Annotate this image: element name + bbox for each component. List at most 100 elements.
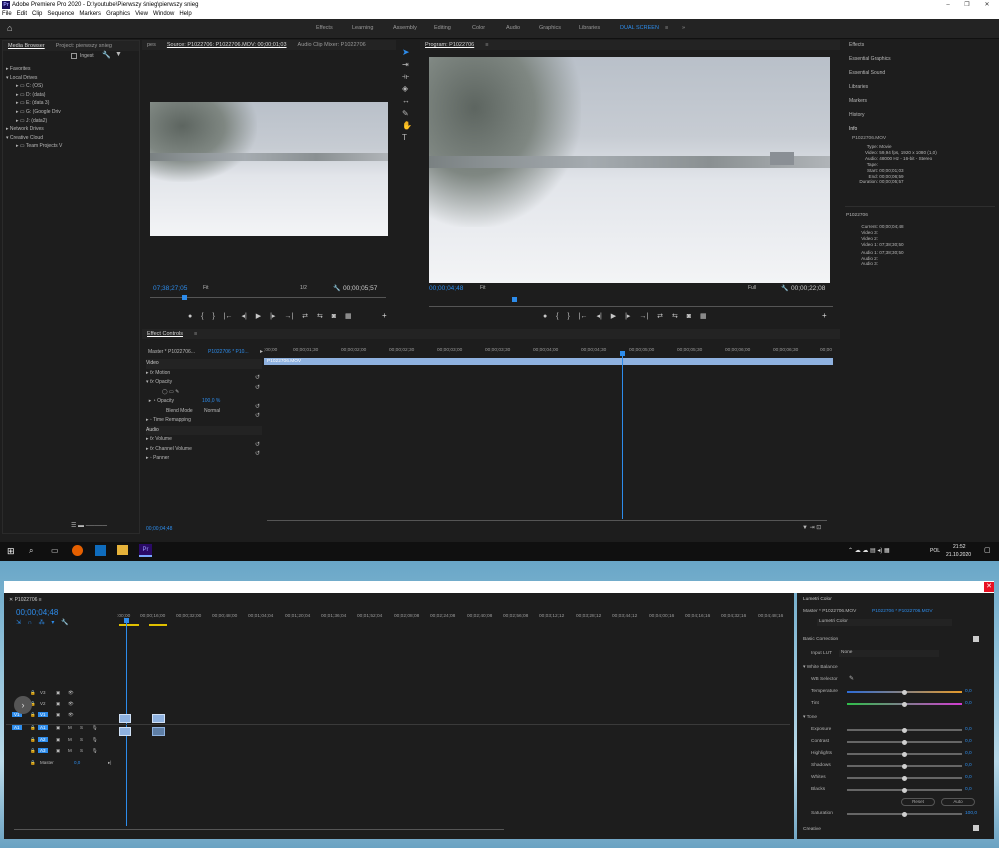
workspace-audio[interactable]: Audio [506, 25, 520, 31]
sync-icon[interactable]: ▣ [56, 701, 60, 707]
panel-libraries[interactable]: Libraries [849, 84, 868, 90]
track-master[interactable]: 🔒 Master 0,0 ▸| [6, 760, 117, 770]
panel-essential-graphics[interactable]: Essential Graphics [849, 56, 891, 62]
type-tool-icon[interactable]: T [402, 133, 407, 142]
source-timecode[interactable]: 07;38;27;05 [153, 285, 187, 292]
ec-panner-row[interactable]: ▸ ◦ Panner [146, 454, 262, 464]
ec-playhead-head[interactable] [620, 351, 625, 356]
audio-clip-2[interactable] [152, 727, 165, 736]
program-menu-icon[interactable]: ≡ [485, 42, 488, 48]
saturation-value[interactable]: 100,0 [965, 811, 977, 816]
search-icon[interactable]: ⌕ [29, 546, 33, 556]
highlights-knob[interactable] [902, 751, 907, 757]
workspace-learning[interactable]: Learning [352, 25, 373, 31]
razor-icon[interactable]: ◈ [402, 84, 408, 93]
eyedropper-icon[interactable]: ✎ [849, 675, 854, 682]
lock-icon[interactable]: 🔒 [30, 760, 36, 766]
ec-sequence-clip[interactable]: P1022706 * P10... [208, 349, 249, 355]
workspace-effects[interactable]: Effects [316, 25, 333, 31]
source-transport[interactable]: ● { } |← ◂| ▶ |▸ →| ⇄ ⇆ ◙ ▦ [188, 312, 352, 320]
menu-clip[interactable]: Clip [32, 11, 42, 17]
workspace-libraries[interactable]: Libraries [579, 25, 600, 31]
sync-icon[interactable]: ▣ [56, 737, 60, 743]
hand-icon[interactable]: ✋ [402, 121, 412, 130]
exposure-value[interactable]: 0,0 [965, 727, 972, 732]
overlay-play-button[interactable]: › [14, 696, 32, 714]
work-area-bar-2[interactable] [149, 624, 167, 626]
master-end-icon[interactable]: ▸| [108, 760, 111, 766]
program-quality-dropdown[interactable]: Full [748, 285, 756, 291]
eye-icon[interactable]: 👁 [68, 690, 74, 696]
maximize-icon[interactable]: ❐ [957, 0, 977, 10]
source-fit-dropdown[interactable]: Fit [203, 285, 209, 291]
list-view-icon[interactable]: ☰ ▬ ───── [71, 522, 107, 529]
tint-value[interactable]: 0,0 [965, 701, 972, 706]
source-playhead[interactable] [182, 295, 187, 300]
program-settings-icon[interactable]: 🔧 [781, 285, 788, 292]
workspace-color[interactable]: Color [472, 25, 485, 31]
track-select-icon[interactable]: ⇥ [402, 60, 409, 69]
ec-opacity-value-row[interactable]: ▸ ◔ Opacity 100,0 % [146, 397, 262, 407]
contrast-value[interactable]: 0,0 [965, 739, 972, 744]
outlook-icon[interactable] [95, 545, 106, 556]
tab-program[interactable]: Program: P1022706 [425, 42, 474, 48]
contrast-slider[interactable] [847, 739, 962, 745]
creative-checkbox[interactable] [973, 825, 979, 831]
floating-close-icon[interactable]: ✕ [984, 582, 994, 592]
ec-reset-icons[interactable]: ↺ ↺ ↺ ↺ ↺ ↺ [255, 374, 260, 460]
eye-icon[interactable]: 👁 [68, 712, 74, 718]
effect-controls-menu-icon[interactable]: ≡ [194, 331, 197, 337]
panel-history[interactable]: History [849, 112, 865, 118]
work-area-bar[interactable] [119, 624, 139, 626]
shadows-slider[interactable] [847, 763, 962, 769]
ec-blend-dropdown[interactable]: Normal [204, 407, 220, 417]
menu-sequence[interactable]: Sequence [47, 11, 74, 17]
timeline-tab[interactable]: ✕ P1022706 ≡ [9, 597, 42, 603]
track-a3[interactable]: 🔒 A3 ▣ M S 🎙 [6, 748, 117, 758]
whites-knob[interactable] [902, 775, 907, 781]
a1-source-patch[interactable]: A1 [12, 725, 22, 730]
tree-favorites[interactable]: ▸ Favorites [6, 65, 139, 74]
shadows-value[interactable]: 0,0 [965, 763, 972, 768]
tree-network-drives[interactable]: ▸ Network Drives [6, 125, 139, 134]
temperature-slider[interactable] [847, 689, 962, 695]
exposure-knob[interactable] [902, 727, 907, 733]
program-playhead[interactable] [512, 297, 517, 302]
slip-icon[interactable]: ↔ [402, 96, 410, 105]
menu-window[interactable]: Window [153, 11, 174, 17]
ec-motion-row[interactable]: ▸ fx Motion [146, 369, 262, 379]
windows-start-icon[interactable]: ⊞ [7, 546, 15, 557]
lumetri-effect-dropdown[interactable]: Lumetri Color [817, 619, 952, 626]
menu-markers[interactable]: Markers [79, 11, 101, 17]
filter-icon[interactable]: ▼ [115, 51, 122, 58]
ec-time-remapping-row[interactable]: ▸ ◦ Time Remapping [146, 416, 262, 426]
tree-creative-cloud[interactable]: ▾ Creative Cloud [6, 134, 139, 143]
reset-button[interactable]: Reset [901, 798, 935, 806]
lock-icon[interactable]: 🔒 [30, 725, 36, 731]
tree-drive-c[interactable]: ▸ ▭ C: (OS) [6, 82, 139, 91]
lock-icon[interactable]: 🔒 [30, 712, 36, 718]
shadows-knob[interactable] [902, 763, 907, 769]
ec-arrow-icon[interactable]: ▸ [260, 348, 263, 355]
file-explorer-icon[interactable] [117, 545, 128, 555]
contrast-knob[interactable] [902, 739, 907, 745]
auto-button[interactable]: Auto [941, 798, 975, 806]
program-timecode[interactable]: 00;00;04;48 [429, 285, 463, 292]
whites-slider[interactable] [847, 775, 962, 781]
notifications-icon[interactable]: ▢ [984, 546, 991, 554]
tray-language[interactable]: POL [930, 548, 940, 554]
menu-file[interactable]: File [2, 11, 12, 17]
menu-view[interactable]: View [135, 11, 148, 17]
lumetri-seq[interactable]: P1022706 * P1022706.MOV [872, 609, 933, 614]
timeline-tools[interactable]: ⇲ ∩ ⁂ ▾ 🔧 [16, 619, 69, 626]
tab-partial[interactable]: pes [147, 42, 156, 48]
exposure-slider[interactable] [847, 727, 962, 733]
blacks-slider[interactable] [847, 787, 962, 793]
menu-help[interactable]: Help [179, 11, 191, 17]
timeline-playhead[interactable] [126, 620, 127, 826]
workspace-more-icon[interactable]: » [682, 25, 685, 31]
basic-correction-header[interactable]: Basic Correction [803, 637, 838, 642]
lumetri-title[interactable]: Lumetri Color [803, 597, 832, 602]
menu-graphics[interactable]: Graphics [106, 11, 130, 17]
tab-source[interactable]: Source: P1022706: P1022706.MOV: 00;00;01… [167, 42, 287, 48]
